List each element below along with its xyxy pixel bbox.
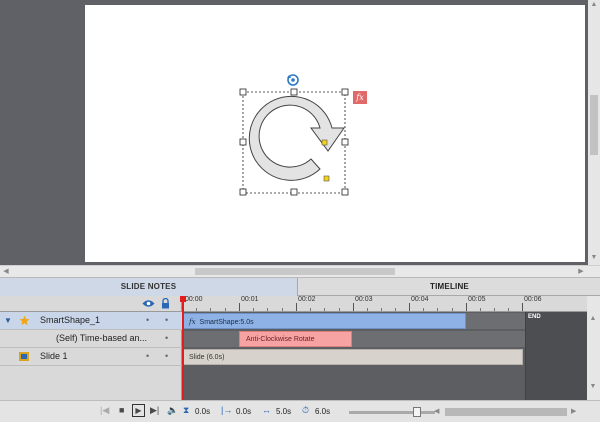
effect-fx-badge-icon[interactable]: fx <box>353 91 367 104</box>
visibility-dot[interactable]: • <box>146 312 149 329</box>
layer-name: (Self) Time-based an... <box>56 333 148 343</box>
bottom-panel-tabs: SLIDE NOTES TIMELINE <box>0 277 600 296</box>
play-icon[interactable]: ▶ <box>132 404 145 417</box>
slide-timeline-bar[interactable]: Slide (6.0s) <box>182 349 523 365</box>
rotate-handle-icon[interactable] <box>285 73 301 87</box>
rewind-icon[interactable]: |◀ <box>100 405 109 416</box>
slide-duration-icon: ⏱ <box>302 405 310 415</box>
layer-header <box>0 296 182 312</box>
forward-to-end-icon[interactable]: ▶| <box>150 405 159 416</box>
layer-row-effect[interactable]: (Self) Time-based an... • <box>0 330 182 348</box>
slide-canvas[interactable]: fx <box>85 5 585 262</box>
slide-icon <box>19 352 29 361</box>
zoom-slider[interactable] <box>349 407 435 417</box>
lock-icon[interactable] <box>161 298 170 309</box>
playhead-handle[interactable] <box>180 296 186 302</box>
duration-icon: ↔ <box>262 405 271 415</box>
hourglass-icon: ⧗ <box>183 405 190 415</box>
timeline-panel: ▼ SmartShape_1 • • (Self) Time-based an.… <box>0 296 600 400</box>
speaker-icon[interactable]: 🔈 <box>167 405 178 416</box>
scroll-up-icon[interactable]: ▲ <box>587 314 599 324</box>
ruler-tick-label: 00:04 <box>411 296 429 303</box>
slide-duration-value[interactable]: 6.0s <box>315 407 330 416</box>
tab-timeline[interactable]: TIMELINE <box>299 278 600 296</box>
stage-vertical-scroll-thumb[interactable] <box>590 95 598 155</box>
current-time-value: 0.0s <box>195 407 211 416</box>
duration-value[interactable]: 5.0s <box>276 407 291 416</box>
stop-icon[interactable]: ■ <box>119 405 124 415</box>
star-icon <box>19 315 30 326</box>
stage-area: fx ▲ ▼ <box>0 0 600 265</box>
layer-name: SmartShape_1 <box>40 315 101 325</box>
layer-row-smartshape[interactable]: ▼ SmartShape_1 • • <box>0 312 182 330</box>
timeline-horizontal-scroll-thumb[interactable] <box>445 408 567 416</box>
timeline-toolbar: |◀ ■ ▶ ▶| 🔈 ⧗ 0.0s |→ 0.0s ↔ 5.0s ⏱ 6.0s… <box>0 400 600 422</box>
lock-dot[interactable]: • <box>165 312 168 329</box>
scroll-up-icon[interactable]: ▲ <box>588 0 600 10</box>
effect-timeline-bar[interactable]: Anti-Clockwise Rotate <box>239 331 352 347</box>
scroll-left-icon[interactable]: ◀ <box>434 407 439 415</box>
fx-icon: fx <box>189 318 196 326</box>
expand-caret-icon[interactable]: ▼ <box>4 312 12 329</box>
smartshape-circular-arrow[interactable] <box>235 73 365 203</box>
ruler-tick-label: 00:00 <box>185 296 203 303</box>
timeline-layer-list: ▼ SmartShape_1 • • (Self) Time-based an.… <box>0 296 182 400</box>
eye-icon[interactable] <box>142 299 155 308</box>
visibility-dot[interactable]: • <box>146 348 149 365</box>
stage-vertical-scrollbar[interactable]: ▲ ▼ <box>588 0 600 265</box>
start-time-icon: |→ <box>221 405 233 415</box>
lock-dot[interactable]: • <box>165 348 168 365</box>
smartshape-timeline-bar[interactable]: fx SmartShape:5.0s <box>182 313 466 329</box>
stage-horizontal-scroll-thumb[interactable] <box>195 268 395 275</box>
scroll-down-icon[interactable]: ▼ <box>588 253 600 263</box>
layer-name: Slide 1 <box>40 351 68 361</box>
timeline-vertical-scrollbar[interactable]: ▲ ▼ <box>587 296 600 400</box>
end-label: END <box>528 314 541 320</box>
start-time-value[interactable]: 0.0s <box>236 407 251 416</box>
stage-horizontal-scrollbar[interactable]: ◀ ▶ <box>0 265 600 277</box>
ruler-tick-label: 00:01 <box>241 296 259 303</box>
ruler-tick-label: 00:03 <box>355 296 373 303</box>
ruler-tick-label: 00:06 <box>524 296 542 303</box>
scroll-right-icon[interactable]: ▶ <box>571 407 576 415</box>
timeline-end-zone <box>525 312 587 400</box>
timeline-tracks[interactable]: 00:00 00:01 00:02 00:03 00:04 00:05 00:0… <box>180 296 600 400</box>
scroll-down-icon[interactable]: ▼ <box>587 382 599 392</box>
bar-label: SmartShape:5.0s <box>199 319 254 326</box>
layer-row-slide[interactable]: Slide 1 • • <box>0 348 182 366</box>
playhead[interactable] <box>180 296 186 400</box>
scroll-right-icon[interactable]: ▶ <box>575 267 587 277</box>
lock-dot[interactable]: • <box>165 330 168 347</box>
ruler-tick-label: 00:02 <box>298 296 316 303</box>
ruler-tick-label: 00:05 <box>468 296 486 303</box>
zoom-slider-thumb[interactable] <box>413 407 421 417</box>
scroll-left-icon[interactable]: ◀ <box>0 267 12 277</box>
timeline-ruler[interactable]: 00:00 00:01 00:02 00:03 00:04 00:05 00:0… <box>182 296 587 312</box>
tab-slide-notes[interactable]: SLIDE NOTES <box>0 278 298 296</box>
